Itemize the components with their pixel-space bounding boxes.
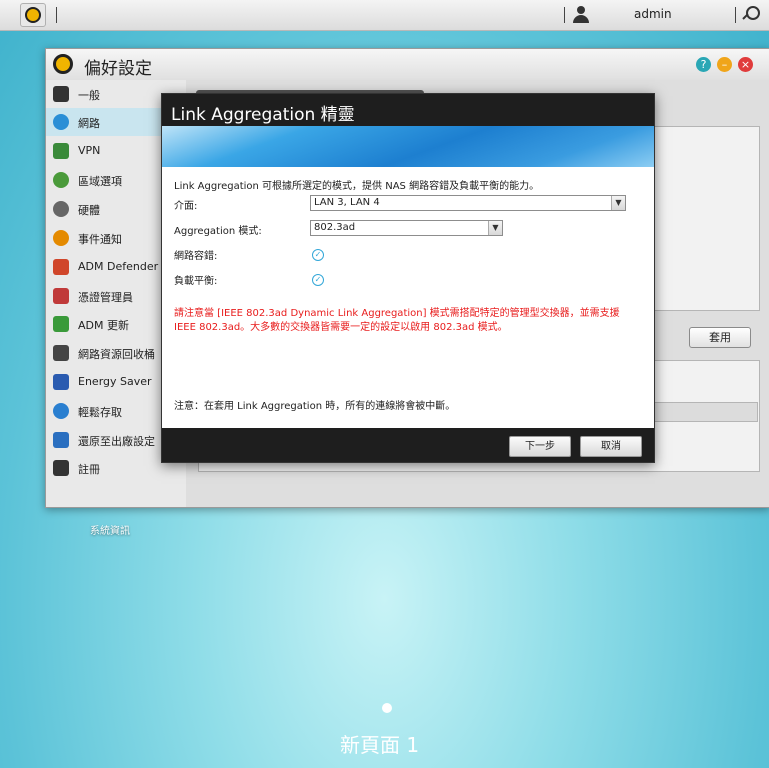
defender-icon [53, 259, 69, 275]
sidebar-item-label: 硬體 [78, 204, 100, 217]
dialog-titlebar[interactable]: Link Aggregation 精靈 [162, 94, 654, 126]
dialog-footer: 下一步 取消 [162, 428, 654, 462]
warning-line: IEEE 802.3ad。大多數的交換器皆需要一定的設定以啟用 802.3ad … [174, 322, 508, 333]
page-indicator-dot[interactable] [382, 703, 392, 713]
warning-line: 請注意當 [IEEE 802.3ad Dynamic Link Aggregat… [174, 308, 620, 319]
minimize-button[interactable]: – [717, 57, 732, 72]
chevron-down-icon[interactable]: ▼ [611, 196, 625, 210]
sidebar-item-label: 區域選項 [78, 175, 122, 188]
sidebar-item-label: 網路 [78, 117, 100, 130]
taskbar-divider [56, 7, 57, 23]
sidebar-item-label: 網路資源回收桶 [78, 348, 155, 361]
interface-value: LAN 3, LAN 4 [314, 197, 380, 208]
sidebar-item-label: 還原至出廠設定 [78, 435, 155, 448]
restore-icon [53, 432, 69, 448]
next-button[interactable]: 下一步 [509, 436, 571, 457]
disconnect-note: 注意：在套用 Link Aggregation 時，所有的連線將會被中斷。 [174, 401, 456, 412]
mode-value: 802.3ad [314, 222, 356, 233]
mode-label: Aggregation 模式: [174, 226, 262, 237]
sidebar-item-label: ADM 更新 [78, 319, 129, 332]
dialog-title: Link Aggregation 精靈 [171, 105, 355, 125]
cloud-access-icon [53, 403, 69, 419]
close-button[interactable]: × [738, 57, 753, 72]
warning-text: 請注意當 [IEEE 802.3ad Dynamic Link Aggregat… [174, 307, 644, 335]
taskbar: admin [0, 0, 769, 31]
chevron-down-icon[interactable]: ▼ [488, 221, 502, 235]
cancel-button[interactable]: 取消 [580, 436, 642, 457]
sidebar-item-label: 註冊 [78, 463, 100, 476]
check-icon: ✓ [312, 249, 324, 261]
energy-icon [53, 374, 69, 390]
apply-button[interactable]: 套用 [689, 327, 751, 348]
certificate-icon [53, 288, 69, 304]
check-icon: ✓ [312, 274, 324, 286]
sidebar-item-label: 一般 [78, 89, 100, 102]
desktop-icon-label[interactable]: 系統資訊 [90, 522, 130, 537]
sidebar-item-label: 事件通知 [78, 233, 122, 246]
region-icon [53, 172, 69, 188]
sidebar-item-label: 憑證管理員 [78, 291, 133, 304]
gear-icon [25, 7, 41, 23]
alert-icon [53, 230, 69, 246]
search-icon[interactable] [742, 6, 760, 22]
dialog-intro: Link Aggregation 可根據所選定的模式，提供 NAS 網路容錯及負… [174, 181, 540, 192]
username-label[interactable]: admin [634, 7, 672, 21]
hardware-icon [53, 201, 69, 217]
settings-logo-icon [53, 54, 73, 74]
register-icon [53, 460, 69, 476]
sidebar-item-label: VPN [78, 144, 101, 157]
sidebar-item-label: Energy Saver [78, 375, 152, 388]
sidebar-item-label: 輕鬆存取 [78, 406, 122, 419]
fault-tolerance-label: 網路容錯: [174, 251, 218, 262]
recycle-bin-icon [53, 345, 69, 361]
link-aggregation-wizard: Link Aggregation 精靈 Link Aggregation 可根據… [161, 93, 655, 463]
user-icon[interactable] [572, 6, 590, 24]
vpn-icon [53, 143, 69, 159]
taskbar-divider [735, 7, 736, 23]
grid-header [649, 402, 758, 422]
load-balance-label: 負載平衡: [174, 276, 218, 287]
taskbar-divider [564, 7, 565, 23]
globe-icon [53, 114, 69, 130]
update-arrow-icon [53, 316, 69, 332]
window-titlebar[interactable]: 偏好設定 ? – × [46, 49, 769, 80]
settings-app-taskbar-icon[interactable] [20, 3, 46, 27]
page-label: 新頁面 1 [340, 733, 420, 757]
mode-select[interactable]: 802.3ad ▼ [310, 220, 503, 236]
window-title: 偏好設定 [84, 59, 152, 79]
help-button[interactable]: ? [696, 57, 711, 72]
dialog-banner [162, 126, 654, 167]
interface-label: 介面: [174, 201, 198, 212]
interface-select[interactable]: LAN 3, LAN 4 ▼ [310, 195, 626, 211]
monitor-icon [53, 86, 69, 102]
sidebar-item-label: ADM Defender [78, 260, 159, 273]
